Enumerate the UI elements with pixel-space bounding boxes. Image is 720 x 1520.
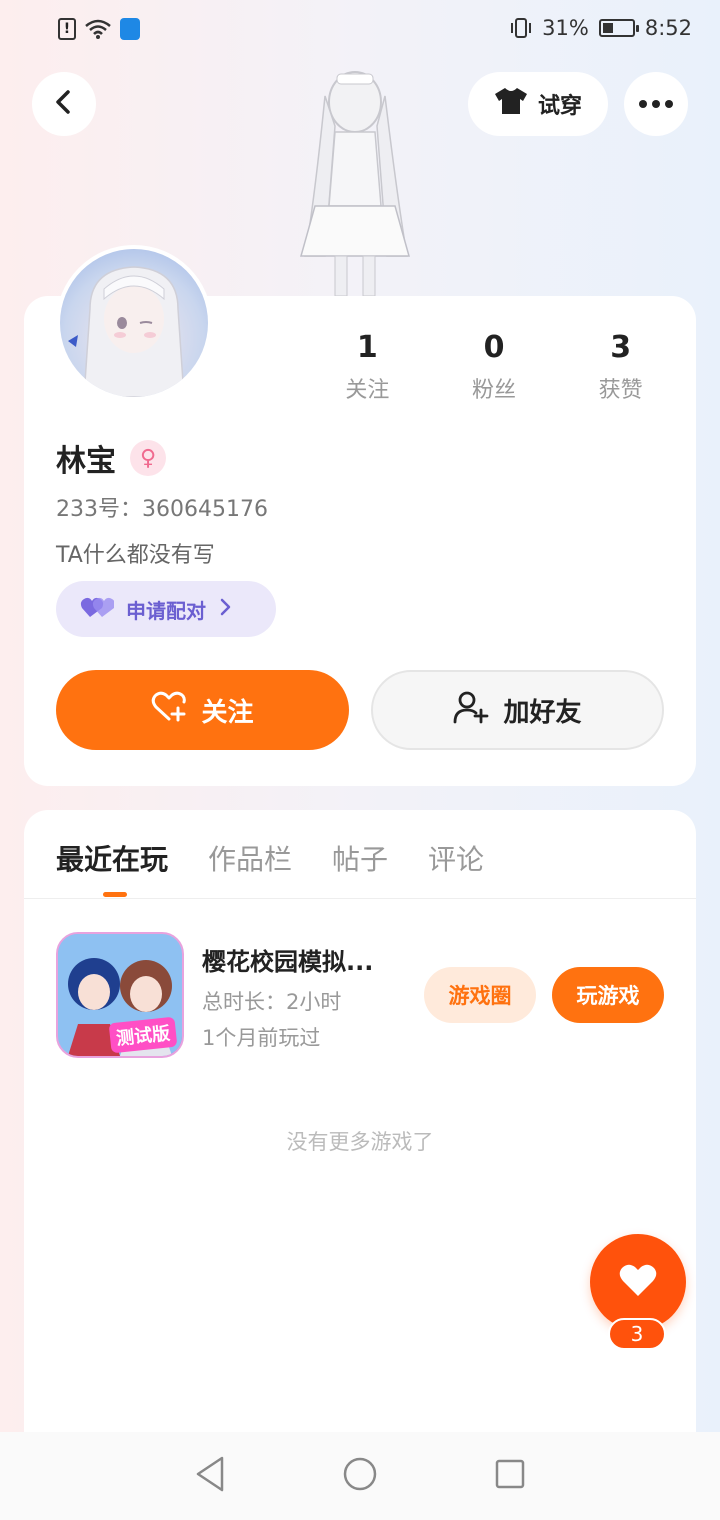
active-tab-indicator [103, 892, 127, 897]
avatar[interactable] [56, 245, 212, 401]
game-title: 樱花校园模拟... [202, 948, 374, 976]
stat-value: 0 [483, 330, 505, 365]
battery-percent: 31% [542, 16, 589, 40]
empty-state-text: 没有更多游戏了 [286, 1130, 434, 1154]
tab-comments[interactable]: 评论 [428, 838, 484, 878]
female-icon: ♀ [130, 440, 166, 476]
back-button[interactable] [32, 72, 96, 136]
nav-back-button[interactable] [190, 1456, 230, 1496]
stat-following[interactable]: 1 关注 [304, 328, 431, 404]
game-circle-button[interactable]: 游戏圈 [424, 967, 536, 1023]
game-duration: 总时长：2小时 [202, 990, 342, 1014]
user-plus-icon [453, 690, 489, 731]
circle-home-icon [342, 1456, 378, 1496]
try-on-button[interactable]: 试穿 [468, 72, 608, 136]
tab-bar: 最近在玩 作品栏 帖子 评论 [56, 838, 484, 878]
chevron-right-icon [218, 597, 232, 622]
avatar-3d-figure[interactable] [285, 56, 425, 298]
shield-icon [120, 18, 140, 40]
clock: 8:52 [644, 16, 692, 40]
play-game-button[interactable]: 玩游戏 [552, 967, 664, 1023]
stat-label: 关注 [345, 378, 390, 403]
game-icon[interactable]: 测试版 [56, 932, 184, 1058]
stat-label: 获赞 [598, 378, 643, 403]
name-row: 林宝 ♀ [56, 436, 166, 480]
request-pair-button[interactable]: 申请配对 [56, 581, 276, 637]
tab-recently-played[interactable]: 最近在玩 [56, 838, 168, 878]
bio: TA什么都没有写 [56, 543, 215, 568]
battery-icon [598, 19, 639, 37]
heart-plus-icon [151, 691, 187, 730]
stat-label: 粉丝 [472, 378, 517, 403]
more-options-button[interactable] [624, 72, 688, 136]
follow-button[interactable]: 关注 [56, 670, 349, 750]
square-recents-icon [494, 1458, 526, 1494]
pair-label: 申请配对 [126, 598, 206, 623]
try-on-label: 试穿 [537, 94, 582, 119]
game-last-played: 1个月前玩过 [202, 1026, 321, 1050]
like-count: 3 [608, 1318, 666, 1350]
chevron-left-icon [52, 88, 76, 120]
user-id[interactable]: 233号：360645176 [56, 491, 268, 523]
tab-posts[interactable]: 帖子 [332, 838, 388, 878]
divider [24, 898, 696, 899]
status-bar: ! 31% 8:52 [0, 0, 720, 60]
double-heart-icon [80, 595, 116, 624]
vibrate-icon [510, 17, 532, 39]
add-friend-label: 加好友 [503, 697, 582, 728]
wifi-icon [84, 18, 112, 40]
username: 林宝 [56, 444, 116, 479]
content-card: 最近在玩 作品栏 帖子 评论 测试版 樱花校园模拟... 总时长：2小时 1个月… [24, 810, 696, 1450]
more-dots-icon [639, 100, 673, 108]
nav-recents-button[interactable] [490, 1456, 530, 1496]
stat-followers[interactable]: 0 粉丝 [431, 328, 558, 404]
heart-icon [618, 1262, 658, 1302]
follow-label: 关注 [201, 697, 254, 728]
like-button[interactable] [590, 1234, 686, 1330]
stat-value: 3 [610, 330, 632, 365]
triangle-back-icon [194, 1456, 226, 1496]
stat-likes[interactable]: 3 获赞 [557, 328, 684, 404]
add-friend-button[interactable]: 加好友 [371, 670, 664, 750]
stat-value: 1 [356, 330, 378, 365]
nav-home-button[interactable] [340, 1456, 380, 1496]
shirt-icon [494, 86, 528, 122]
sim-alert-icon: ! [58, 18, 76, 40]
stats-row: 1 关注 0 粉丝 3 获赞 [304, 328, 684, 404]
system-nav-bar [0, 1432, 720, 1520]
tab-works[interactable]: 作品栏 [208, 838, 292, 878]
list-item[interactable]: 测试版 樱花校园模拟... 总时长：2小时 1个月前玩过 游戏圈 玩游戏 [56, 930, 664, 1060]
